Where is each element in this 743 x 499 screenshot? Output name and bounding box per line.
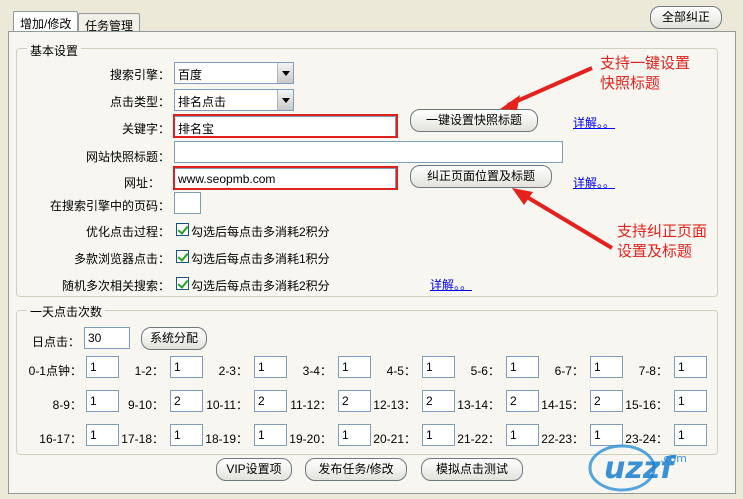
hour-label: 0-1点钟： xyxy=(28,364,82,378)
hour-label: 7-8： xyxy=(638,364,668,378)
hour-label: 22-23： xyxy=(541,432,584,446)
hour-label: 13-14： xyxy=(457,398,500,412)
hour-label: 11-12： xyxy=(290,398,332,412)
system-assign-button[interactable]: 系统分配 xyxy=(141,327,207,350)
hour-label: 18-19： xyxy=(205,432,248,446)
hour-label: 10-11： xyxy=(206,398,248,412)
daily-clicks-input[interactable]: 30 xyxy=(84,327,130,349)
hour-label: 3-4： xyxy=(302,364,332,378)
hour-label: 6-7： xyxy=(554,364,584,378)
hour-label: 12-13： xyxy=(373,398,416,412)
hour-label: 16-17： xyxy=(39,432,82,446)
hour-label: 17-18： xyxy=(121,432,164,446)
hour-label: 20-21： xyxy=(373,432,416,446)
annotation-arrow-top xyxy=(500,66,593,110)
daily-clicks-label: 日点击： xyxy=(31,335,80,349)
hour-label: 2-3： xyxy=(218,364,248,378)
simulate-click-button[interactable]: 模拟点击测试 xyxy=(421,458,523,481)
hour-label: 8-9： xyxy=(52,398,82,412)
hour-label: 15-16： xyxy=(625,398,668,412)
uzzf-logo-icon: uzzf .com xyxy=(588,444,687,492)
svg-text:.com: .com xyxy=(660,452,687,465)
hour-label: 19-20： xyxy=(289,432,332,446)
hour-label: 9-10： xyxy=(127,398,164,412)
hour-label: 5-6： xyxy=(470,364,500,378)
hour-label: 1-2： xyxy=(134,364,164,378)
hour-input[interactable]: 1 xyxy=(674,356,707,378)
daily-clicks-title: 一天点击次数 xyxy=(27,303,106,320)
hour-label: 21-22： xyxy=(457,432,500,446)
hour-label: 4-5： xyxy=(386,364,416,378)
publish-task-button[interactable]: 发布任务/修改 xyxy=(305,458,407,481)
vip-settings-button[interactable]: VIP设置项 xyxy=(216,458,292,481)
annotation-arrow-bottom xyxy=(512,188,614,250)
hour-label: 14-15： xyxy=(541,398,584,412)
watermark: uzzf .com xyxy=(582,440,737,495)
hour-input[interactable]: 1 xyxy=(674,390,707,412)
